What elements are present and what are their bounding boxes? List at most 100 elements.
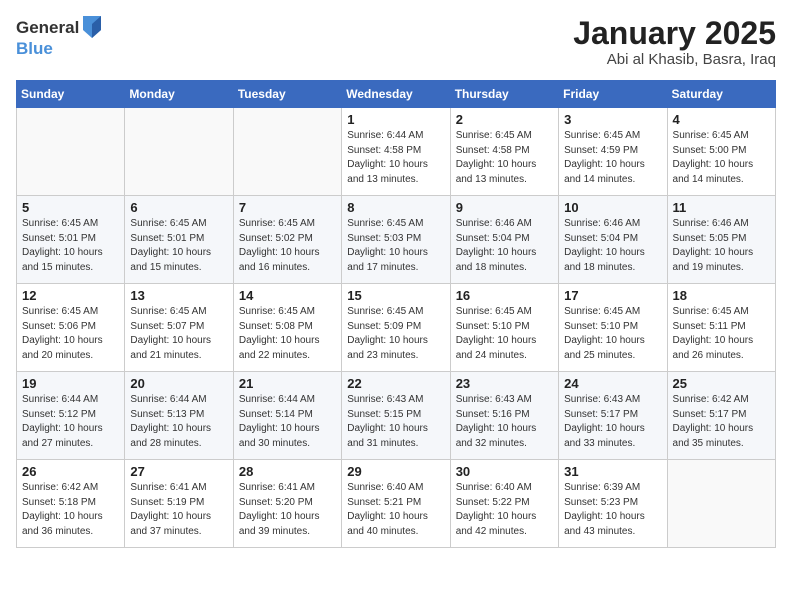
- day-number: 23: [456, 376, 553, 391]
- calendar-week-1: 1 Sunrise: 6:44 AMSunset: 4:58 PMDaylight…: [17, 108, 776, 196]
- weekday-friday: Friday: [559, 81, 667, 108]
- calendar-day: 21 Sunrise: 6:44 AMSunset: 5:14 PMDayligh…: [233, 372, 341, 460]
- day-number: 1: [347, 112, 444, 127]
- logo: General Blue: [16, 16, 101, 59]
- logo-blue: Blue: [16, 40, 101, 59]
- calendar-header: General Blue January 2025 Abi al Khasib,…: [16, 16, 776, 68]
- logo-text: General Blue: [16, 16, 101, 59]
- day-info: Sunrise: 6:45 AMSunset: 5:07 PMDaylight:…: [130, 305, 227, 363]
- calendar-day: 1 Sunrise: 6:44 AMSunset: 4:58 PMDaylight…: [342, 108, 450, 196]
- day-number: 26: [22, 464, 119, 479]
- day-number: 18: [673, 288, 770, 303]
- calendar-day: 18 Sunrise: 6:45 AMSunset: 5:11 PMDayligh…: [667, 284, 775, 372]
- calendar-day: 2 Sunrise: 6:45 AMSunset: 4:58 PMDaylight…: [450, 108, 558, 196]
- weekday-sunday: Sunday: [17, 81, 125, 108]
- calendar-day: 4 Sunrise: 6:45 AMSunset: 5:00 PMDaylight…: [667, 108, 775, 196]
- day-info: Sunrise: 6:43 AMSunset: 5:16 PMDaylight:…: [456, 393, 553, 451]
- calendar-thead: Sunday Monday Tuesday Wednesday Thursday…: [17, 81, 776, 108]
- calendar-body: 1 Sunrise: 6:44 AMSunset: 4:58 PMDaylight…: [17, 108, 776, 548]
- day-info: Sunrise: 6:40 AMSunset: 5:21 PMDaylight:…: [347, 481, 444, 539]
- day-number: 29: [347, 464, 444, 479]
- day-info: Sunrise: 6:44 AMSunset: 5:13 PMDaylight:…: [130, 393, 227, 451]
- calendar-day: 12 Sunrise: 6:45 AMSunset: 5:06 PMDayligh…: [17, 284, 125, 372]
- day-info: Sunrise: 6:40 AMSunset: 5:22 PMDaylight:…: [456, 481, 553, 539]
- day-number: 10: [564, 200, 661, 215]
- calendar-day: 29 Sunrise: 6:40 AMSunset: 5:21 PMDayligh…: [342, 460, 450, 548]
- day-info: Sunrise: 6:44 AMSunset: 4:58 PMDaylight:…: [347, 129, 444, 187]
- day-info: Sunrise: 6:45 AMSunset: 4:59 PMDaylight:…: [564, 129, 661, 187]
- day-info: Sunrise: 6:44 AMSunset: 5:12 PMDaylight:…: [22, 393, 119, 451]
- day-number: 27: [130, 464, 227, 479]
- day-info: Sunrise: 6:45 AMSunset: 5:06 PMDaylight:…: [22, 305, 119, 363]
- calendar-day: 31 Sunrise: 6:39 AMSunset: 5:23 PMDayligh…: [559, 460, 667, 548]
- day-info: Sunrise: 6:46 AMSunset: 5:04 PMDaylight:…: [564, 217, 661, 275]
- day-info: Sunrise: 6:45 AMSunset: 5:09 PMDaylight:…: [347, 305, 444, 363]
- calendar-day: 26 Sunrise: 6:42 AMSunset: 5:18 PMDayligh…: [17, 460, 125, 548]
- weekday-wednesday: Wednesday: [342, 81, 450, 108]
- calendar-day: 6Sunrise: 6:45 AMSunset: 5:01 PMDaylight…: [125, 196, 233, 284]
- calendar-day: 24 Sunrise: 6:43 AMSunset: 5:17 PMDayligh…: [559, 372, 667, 460]
- day-info: Sunrise: 6:45 AMSunset: 5:11 PMDaylight:…: [673, 305, 770, 363]
- day-number: 21: [239, 376, 336, 391]
- calendar-day: [667, 460, 775, 548]
- calendar-day: 16Sunrise: 6:45 AMSunset: 5:10 PMDayligh…: [450, 284, 558, 372]
- calendar-day: 7 Sunrise: 6:45 AMSunset: 5:02 PMDaylight…: [233, 196, 341, 284]
- calendar-day: 14Sunrise: 6:45 AMSunset: 5:08 PMDayligh…: [233, 284, 341, 372]
- calendar-day: 8Sunrise: 6:45 AMSunset: 5:03 PMDaylight…: [342, 196, 450, 284]
- day-number: 30: [456, 464, 553, 479]
- calendar-week-4: 19 Sunrise: 6:44 AMSunset: 5:12 PMDayligh…: [17, 372, 776, 460]
- day-number: 31: [564, 464, 661, 479]
- day-number: 22: [347, 376, 444, 391]
- title-block: January 2025 Abi al Khasib, Basra, Iraq: [573, 16, 776, 68]
- calendar-day: 25Sunrise: 6:42 AMSunset: 5:17 PMDayligh…: [667, 372, 775, 460]
- day-number: 7: [239, 200, 336, 215]
- day-info: Sunrise: 6:45 AMSunset: 5:01 PMDaylight:…: [22, 217, 119, 275]
- day-info: Sunrise: 6:39 AMSunset: 5:23 PMDaylight:…: [564, 481, 661, 539]
- calendar-day: 13 Sunrise: 6:45 AMSunset: 5:07 PMDayligh…: [125, 284, 233, 372]
- weekday-header-row: Sunday Monday Tuesday Wednesday Thursday…: [17, 81, 776, 108]
- calendar-day: 3 Sunrise: 6:45 AMSunset: 4:59 PMDaylight…: [559, 108, 667, 196]
- calendar-day: 9Sunrise: 6:46 AMSunset: 5:04 PMDaylight…: [450, 196, 558, 284]
- calendar-title: January 2025: [573, 16, 776, 51]
- day-number: 9: [456, 200, 553, 215]
- day-number: 19: [22, 376, 119, 391]
- calendar-week-3: 12 Sunrise: 6:45 AMSunset: 5:06 PMDayligh…: [17, 284, 776, 372]
- weekday-saturday: Saturday: [667, 81, 775, 108]
- day-info: Sunrise: 6:45 AMSunset: 5:02 PMDaylight:…: [239, 217, 336, 275]
- calendar-day: [233, 108, 341, 196]
- logo-general: General: [16, 19, 79, 38]
- logo-icon: [83, 16, 101, 38]
- day-info: Sunrise: 6:45 AMSunset: 5:10 PMDaylight:…: [456, 305, 553, 363]
- day-info: Sunrise: 6:43 AMSunset: 5:17 PMDaylight:…: [564, 393, 661, 451]
- calendar-day: 23 Sunrise: 6:43 AMSunset: 5:16 PMDayligh…: [450, 372, 558, 460]
- day-number: 13: [130, 288, 227, 303]
- day-number: 4: [673, 112, 770, 127]
- day-number: 14: [239, 288, 336, 303]
- calendar-day: 15Sunrise: 6:45 AMSunset: 5:09 PMDayligh…: [342, 284, 450, 372]
- day-info: Sunrise: 6:45 AMSunset: 4:58 PMDaylight:…: [456, 129, 553, 187]
- day-number: 5: [22, 200, 119, 215]
- calendar-day: [125, 108, 233, 196]
- calendar-day: 27 Sunrise: 6:41 AMSunset: 5:19 PMDayligh…: [125, 460, 233, 548]
- day-info: Sunrise: 6:46 AMSunset: 5:05 PMDaylight:…: [673, 217, 770, 275]
- calendar-day: 30 Sunrise: 6:40 AMSunset: 5:22 PMDayligh…: [450, 460, 558, 548]
- day-number: 3: [564, 112, 661, 127]
- day-number: 12: [22, 288, 119, 303]
- day-number: 11: [673, 200, 770, 215]
- day-number: 24: [564, 376, 661, 391]
- calendar-day: 10 Sunrise: 6:46 AMSunset: 5:04 PMDayligh…: [559, 196, 667, 284]
- calendar-table: Sunday Monday Tuesday Wednesday Thursday…: [16, 80, 776, 548]
- day-number: 2: [456, 112, 553, 127]
- weekday-thursday: Thursday: [450, 81, 558, 108]
- day-number: 20: [130, 376, 227, 391]
- day-info: Sunrise: 6:43 AMSunset: 5:15 PMDaylight:…: [347, 393, 444, 451]
- day-number: 8: [347, 200, 444, 215]
- day-info: Sunrise: 6:41 AMSunset: 5:19 PMDaylight:…: [130, 481, 227, 539]
- calendar-day: 5 Sunrise: 6:45 AMSunset: 5:01 PMDaylight…: [17, 196, 125, 284]
- calendar-week-5: 26 Sunrise: 6:42 AMSunset: 5:18 PMDayligh…: [17, 460, 776, 548]
- day-info: Sunrise: 6:45 AMSunset: 5:00 PMDaylight:…: [673, 129, 770, 187]
- calendar-day: 11 Sunrise: 6:46 AMSunset: 5:05 PMDayligh…: [667, 196, 775, 284]
- day-info: Sunrise: 6:42 AMSunset: 5:18 PMDaylight:…: [22, 481, 119, 539]
- calendar-container: General Blue January 2025 Abi al Khasib,…: [0, 0, 792, 558]
- day-info: Sunrise: 6:44 AMSunset: 5:14 PMDaylight:…: [239, 393, 336, 451]
